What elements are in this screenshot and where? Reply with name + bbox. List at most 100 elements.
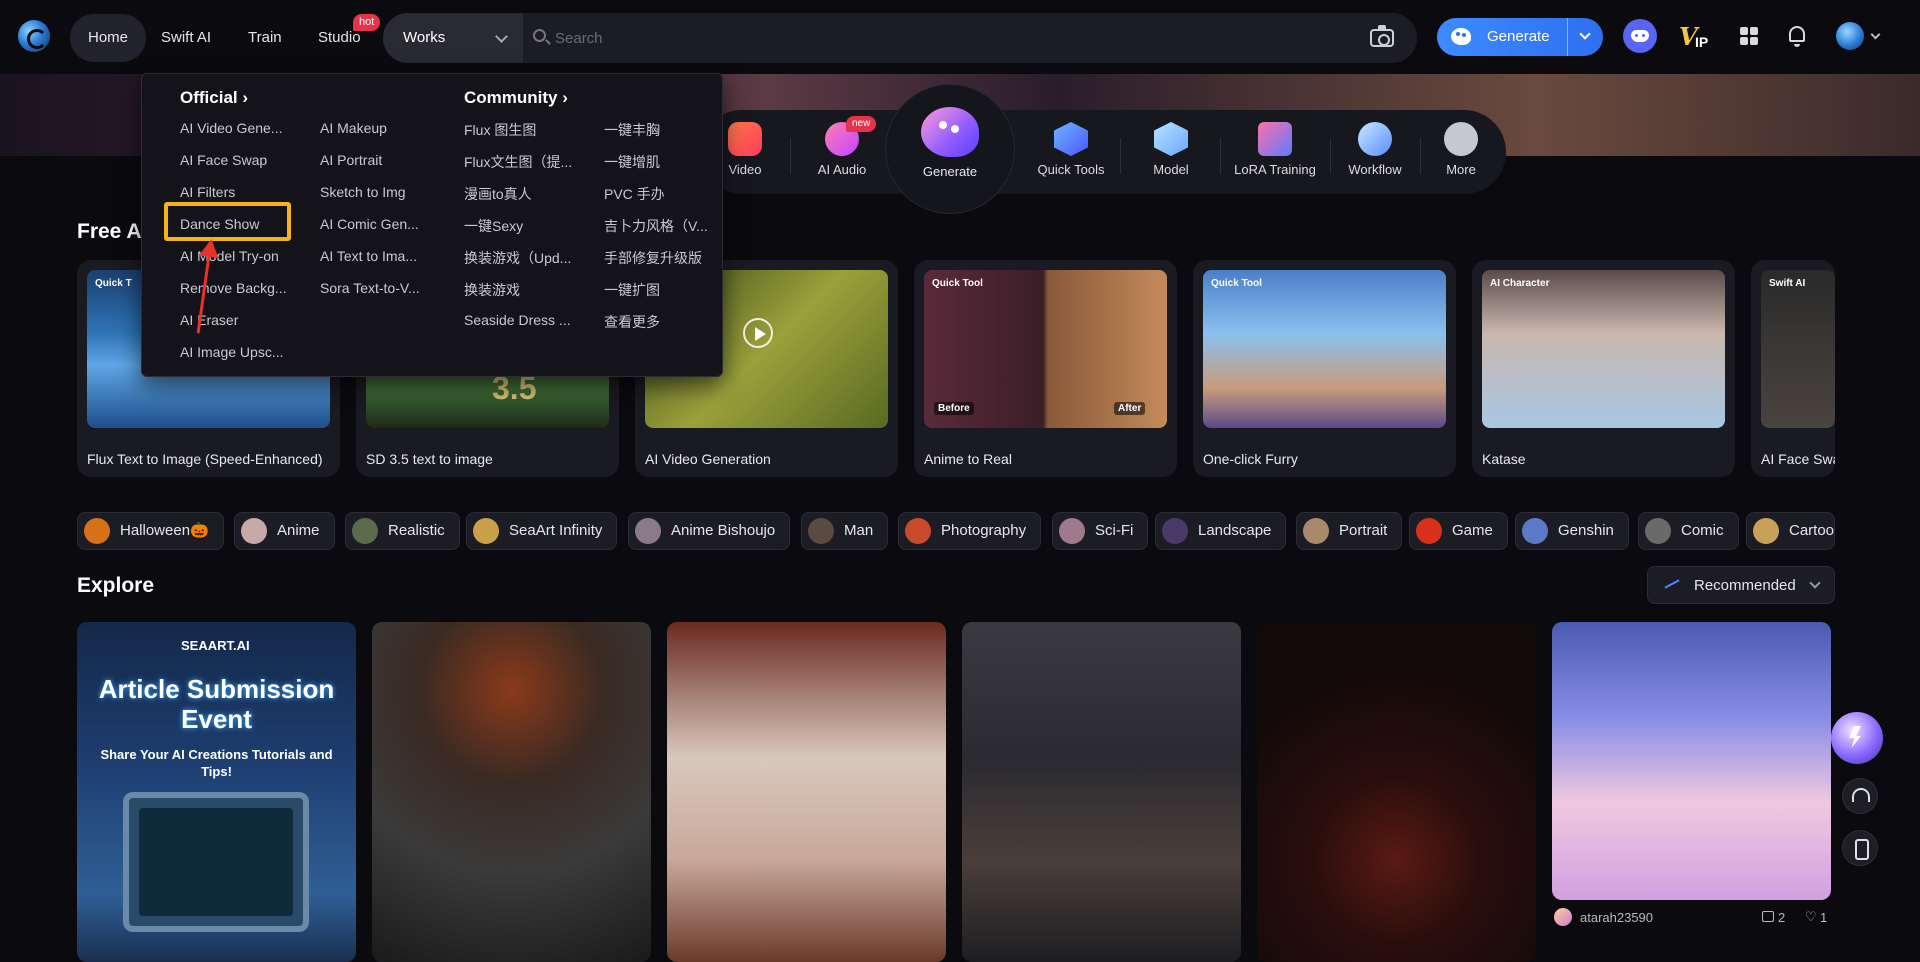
explore-tile-article-event[interactable]: SEAART.AI Article Submission Event Share… <box>77 622 356 962</box>
quick-lora-training[interactable]: LoRA Training <box>1225 122 1325 186</box>
menu-item-ai-portrait[interactable]: AI Portrait <box>320 152 382 168</box>
poster-brand: SEAART.AI <box>181 638 250 653</box>
support-headset-icon[interactable] <box>1842 778 1878 814</box>
crystal-assistant-icon[interactable] <box>1831 712 1883 764</box>
explore-tile[interactable] <box>962 622 1241 962</box>
author-name[interactable]: atarah23590 <box>1580 910 1653 925</box>
nav-swift-ai[interactable]: Swift AI <box>143 14 229 62</box>
chevron-down-icon <box>1809 577 1821 589</box>
menu-item-sketch-to-img[interactable]: Sketch to Img <box>320 184 406 200</box>
camera-icon[interactable] <box>1370 25 1394 47</box>
quick-generate-button[interactable]: Generate <box>885 84 1015 214</box>
explore-tile[interactable] <box>1552 622 1831 900</box>
explore-tile[interactable] <box>1257 622 1536 962</box>
menu-item-remove-background[interactable]: Remove Backg... <box>180 280 287 296</box>
nav-home[interactable]: Home <box>70 14 147 62</box>
menu-item-community[interactable]: PVC 手办 <box>604 184 665 204</box>
menu-item-community[interactable]: Seaside Dress ... <box>464 312 571 328</box>
quick-tools[interactable]: Quick Tools <box>1026 122 1116 186</box>
nav-train[interactable]: Train <box>230 14 300 62</box>
chip-anime[interactable]: Anime <box>234 512 335 550</box>
quick-video[interactable]: Video <box>720 122 770 186</box>
works-dropdown-menu: Official › Community › AI Video Gene... … <box>141 73 723 377</box>
trend-icon <box>1662 579 1680 591</box>
menu-item-community[interactable]: 换装游戏（Upd... <box>464 248 571 268</box>
chip-realistic[interactable]: Realistic <box>345 512 460 550</box>
chip-comic[interactable]: Comic <box>1638 512 1739 550</box>
chevron-down-icon[interactable] <box>1870 29 1881 40</box>
feature-card-one-click-furry[interactable]: Quick Tool One-click Furry <box>1193 260 1456 477</box>
generate-button[interactable]: Generate <box>1437 18 1603 56</box>
bell-icon[interactable] <box>1789 26 1805 47</box>
menu-heading-official[interactable]: Official › <box>180 88 248 108</box>
feature-card-anime-to-real[interactable]: Quick Tool Before After Anime to Real <box>914 260 1177 477</box>
quick-workflow[interactable]: Workflow <box>1336 122 1414 186</box>
chip-man[interactable]: Man <box>801 512 889 550</box>
menu-heading-community[interactable]: Community › <box>464 88 568 108</box>
search-icon <box>533 29 546 42</box>
chip-portrait[interactable]: Portrait <box>1296 512 1403 550</box>
quick-ai-audio[interactable]: AI Audio <box>800 122 884 186</box>
menu-item-community[interactable]: 漫画to真人 <box>464 184 532 204</box>
menu-item-ai-model-try-on[interactable]: AI Model Try-on <box>180 248 279 264</box>
menu-item-community[interactable]: 换装游戏 <box>464 280 520 300</box>
menu-item-see-more[interactable]: 查看更多 <box>604 312 660 332</box>
menu-item-community[interactable]: 吉卜力风格（V... <box>604 216 708 236</box>
card-caption: Anime to Real <box>924 451 1012 467</box>
sort-select[interactable]: Recommended <box>1647 566 1835 604</box>
palette-icon <box>1451 28 1471 45</box>
chip-photography[interactable]: Photography <box>898 512 1042 550</box>
chip-sci-fi[interactable]: Sci-Fi <box>1052 512 1149 550</box>
menu-item-ai-face-swap[interactable]: AI Face Swap <box>180 152 267 168</box>
avatar[interactable] <box>1554 908 1572 926</box>
menu-item-ai-text-to-image[interactable]: AI Text to Ima... <box>320 248 417 264</box>
sort-select-label: Recommended <box>1694 577 1796 594</box>
menu-item-sora-text-to-video[interactable]: Sora Text-to-V... <box>320 280 420 296</box>
menu-item-community[interactable]: 一键增肌 <box>604 152 660 172</box>
works-select[interactable]: Works <box>383 13 523 63</box>
menu-item-community[interactable]: 手部修复升级版 <box>604 248 702 268</box>
vip-icon[interactable]: V IP <box>1679 20 1713 52</box>
divider <box>1220 138 1221 174</box>
card-tag: Quick Tool <box>932 278 983 289</box>
menu-item-community[interactable]: Flux 图生图 <box>464 120 536 140</box>
heart-icon[interactable]: ♡ <box>1805 910 1817 924</box>
chip-cartoon[interactable]: Cartoo <box>1746 512 1835 550</box>
chip-halloween[interactable]: Halloween🎃 <box>77 512 224 550</box>
avatar[interactable] <box>1836 22 1864 50</box>
menu-item-community[interactable]: 一键扩图 <box>604 280 660 300</box>
menu-item-ai-eraser[interactable]: AI Eraser <box>180 312 238 328</box>
search-input[interactable] <box>553 13 1333 63</box>
feature-card-ai-face-swap[interactable]: Swift AI AI Face Swa <box>1751 260 1835 477</box>
menu-item-ai-makeup[interactable]: AI Makeup <box>320 120 387 136</box>
seaart-logo-icon[interactable] <box>18 20 50 52</box>
quick-more[interactable]: More <box>1430 122 1492 186</box>
menu-item-ai-comic-generator[interactable]: AI Comic Gen... <box>320 216 419 232</box>
menu-item-community[interactable]: 一键Sexy <box>464 216 523 236</box>
chip-seaart-infinity[interactable]: SeaArt Infinity <box>466 512 618 550</box>
menu-item-community[interactable]: 一键丰胸 <box>604 120 660 140</box>
menu-item-ai-filters[interactable]: AI Filters <box>180 184 235 200</box>
mobile-phone-icon[interactable] <box>1842 830 1878 866</box>
feature-card-katase[interactable]: AI Character Katase <box>1472 260 1735 477</box>
menu-item-community[interactable]: Flux文生图（提... <box>464 152 572 172</box>
chip-anime-bishoujo[interactable]: Anime Bishoujo <box>628 512 791 550</box>
menu-item-ai-video-generation[interactable]: AI Video Gene... <box>180 120 282 136</box>
landscape-icon <box>1162 518 1188 544</box>
chip-genshin[interactable]: Genshin <box>1515 512 1629 550</box>
menu-item-ai-image-upscaler[interactable]: AI Image Upsc... <box>180 344 283 360</box>
apps-grid-icon[interactable] <box>1740 27 1758 45</box>
discord-icon[interactable] <box>1623 19 1657 53</box>
chevron-down-icon[interactable] <box>1579 28 1591 40</box>
top-navbar: Home Swift AI Train Studio hot Works Gen… <box>0 0 1920 74</box>
chip-game[interactable]: Game <box>1409 512 1508 550</box>
quick-model[interactable]: Model <box>1128 122 1214 186</box>
thumbs-up-icon[interactable] <box>1762 911 1774 922</box>
tile-author-row: atarah23590 2 ♡ 1 <box>1552 906 1831 930</box>
explore-tile[interactable] <box>667 622 946 962</box>
card-tag: AI Character <box>1490 278 1550 289</box>
seaart-infinity-icon <box>473 518 499 544</box>
chip-landscape[interactable]: Landscape <box>1155 512 1287 550</box>
explore-tile[interactable] <box>372 622 651 962</box>
video-icon <box>728 122 762 156</box>
